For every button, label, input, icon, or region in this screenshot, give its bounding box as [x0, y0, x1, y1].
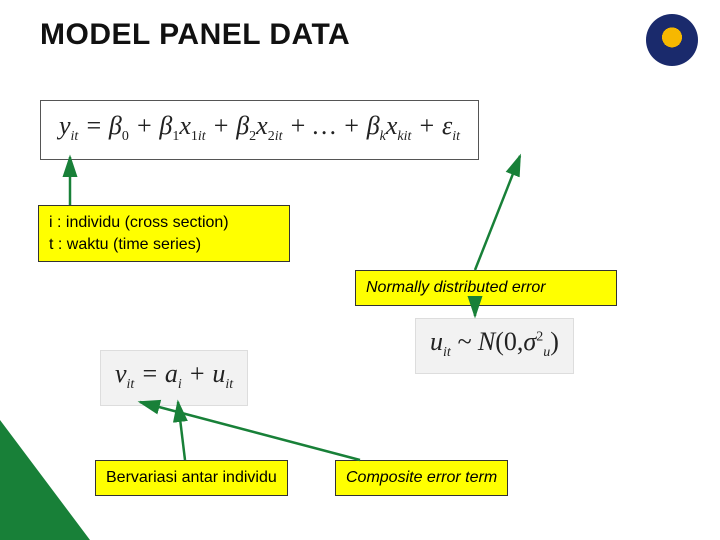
arrows-icon [0, 0, 720, 540]
